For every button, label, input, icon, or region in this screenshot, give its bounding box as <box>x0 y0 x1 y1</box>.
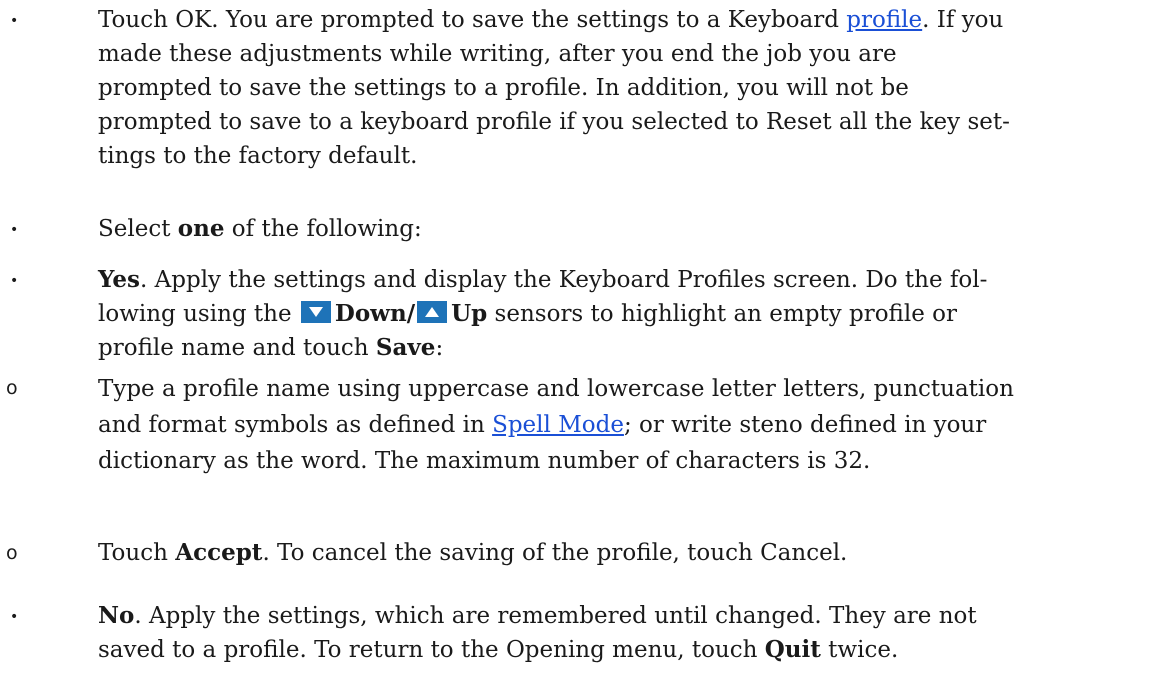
spell-mode-link[interactable]: Spell Mode <box>492 412 624 438</box>
list-item-text: Touch OK. You are prompted to save the s… <box>98 7 1010 169</box>
bullet-marker: • <box>10 609 19 625</box>
up-arrow-sensor-icon <box>417 301 448 323</box>
sub-list-item-text: Touch Accept. To cancel the saving of th… <box>98 539 848 566</box>
sub-bullet-marker: o <box>6 377 18 399</box>
bullet-marker: • <box>10 13 19 29</box>
bullet-marker: • <box>10 273 19 289</box>
list-item-text: No. Apply the settings, which are rememb… <box>98 602 977 663</box>
profile-link[interactable]: profile <box>846 7 922 33</box>
sub-bullet-marker: o <box>6 542 18 564</box>
down-arrow-sensor-icon <box>300 301 331 323</box>
sub-list-item-text: Type a profile name using uppercase and … <box>98 376 1014 474</box>
bullet-marker: • <box>10 222 19 238</box>
help-page: { "markers": { "bullet": "•", "sub_bulle… <box>0 0 1170 686</box>
list-item-text: Select one of the following: <box>98 215 422 242</box>
list-item-text: Yes. Apply the settings and display the … <box>98 266 988 361</box>
